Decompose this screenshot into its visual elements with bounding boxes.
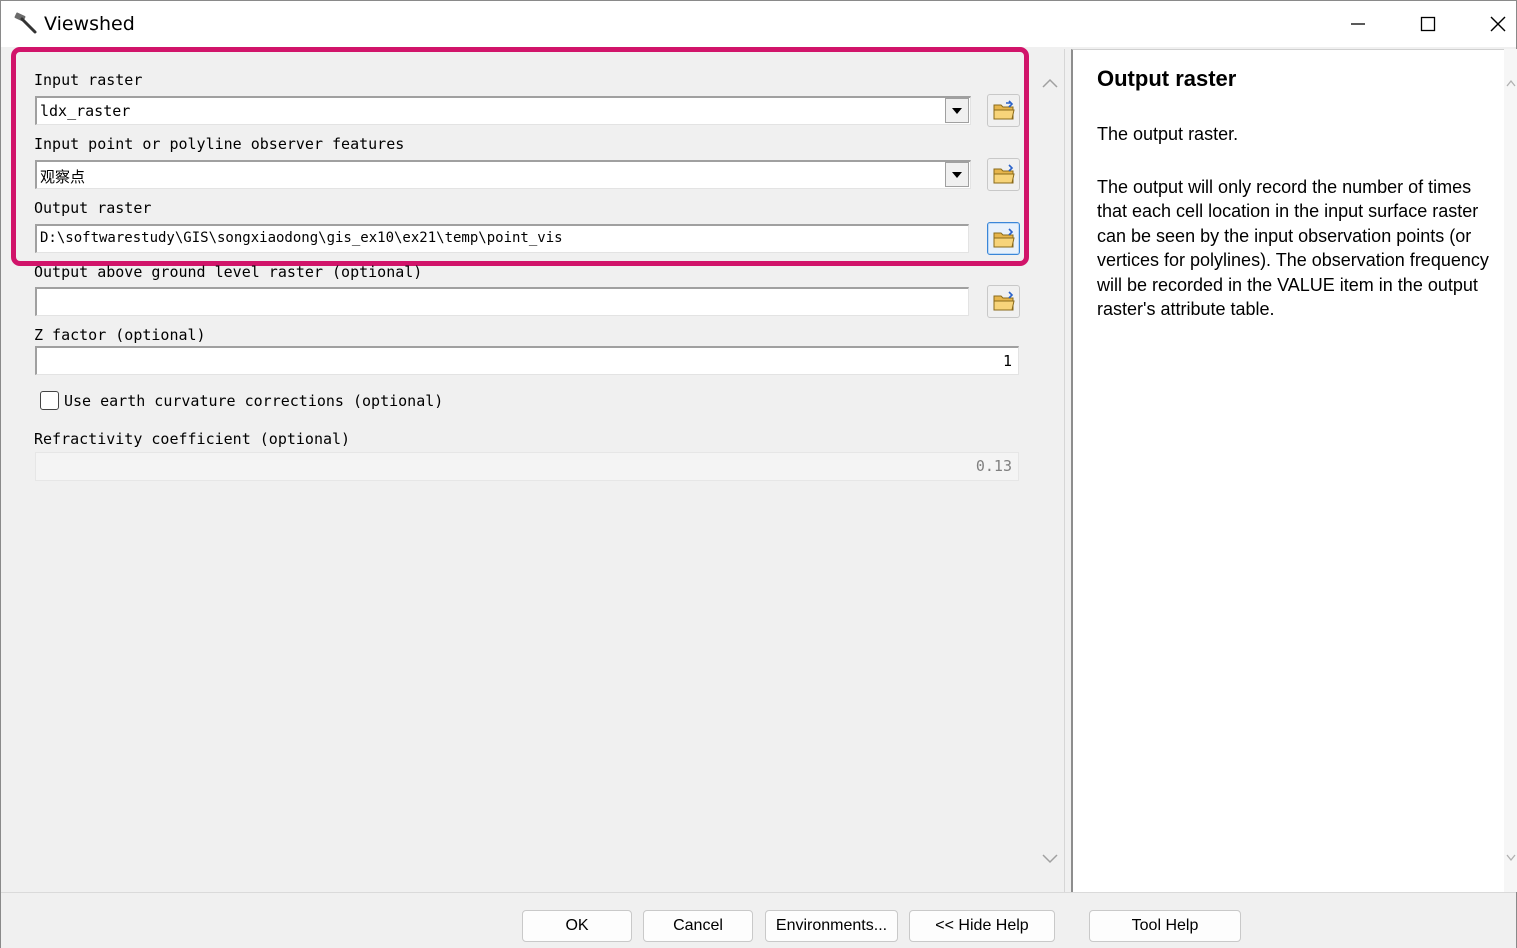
minimize-button[interactable] <box>1323 1 1393 47</box>
refractivity-label: Refractivity coefficient (optional) <box>34 430 351 448</box>
hammer-icon <box>13 11 39 35</box>
earth-curvature-label: Use earth curvature corrections (optiona… <box>64 392 444 410</box>
above-ground-field[interactable] <box>35 287 969 316</box>
refractivity-field: 0.13 <box>35 452 1019 481</box>
environments-button[interactable]: Environments... <box>765 910 898 942</box>
scroll-up-icon[interactable] <box>1040 73 1060 93</box>
close-button[interactable] <box>1463 1 1517 47</box>
z-factor-field[interactable]: 1 <box>35 346 1019 375</box>
title-bar: Viewshed <box>1 1 1516 47</box>
z-factor-label: Z factor (optional) <box>34 326 206 344</box>
help-paragraph-1: The output raster. <box>1097 124 1239 144</box>
help-pane: Output raster The output raster. The out… <box>1071 49 1504 892</box>
earth-curvature-checkbox[interactable] <box>40 391 59 410</box>
cancel-button[interactable]: Cancel <box>643 910 753 942</box>
maximize-button[interactable] <box>1393 1 1463 47</box>
help-scrollbar[interactable] <box>1504 49 1517 892</box>
help-paragraph-2: The output will only record the number o… <box>1097 177 1489 320</box>
tool-help-button[interactable]: Tool Help <box>1089 910 1241 942</box>
highlight-annotation-box <box>11 47 1029 266</box>
scroll-down-icon[interactable] <box>1040 849 1060 869</box>
above-ground-browse-button[interactable] <box>987 285 1020 318</box>
above-ground-label: Output above ground level raster (option… <box>34 263 423 281</box>
folder-open-icon <box>993 290 1015 310</box>
viewshed-dialog: Viewshed Input raster ldx_raster Input p… <box>0 0 1517 948</box>
hide-help-button[interactable]: << Hide Help <box>909 910 1055 942</box>
help-title: Output raster <box>1097 66 1237 91</box>
ok-button[interactable]: OK <box>522 910 632 942</box>
parameters-pane: Input raster ldx_raster Input point or p… <box>5 47 1065 892</box>
window-title: Viewshed <box>44 13 135 35</box>
button-bar: OK Cancel Environments... << Hide Help T… <box>1 892 1516 948</box>
